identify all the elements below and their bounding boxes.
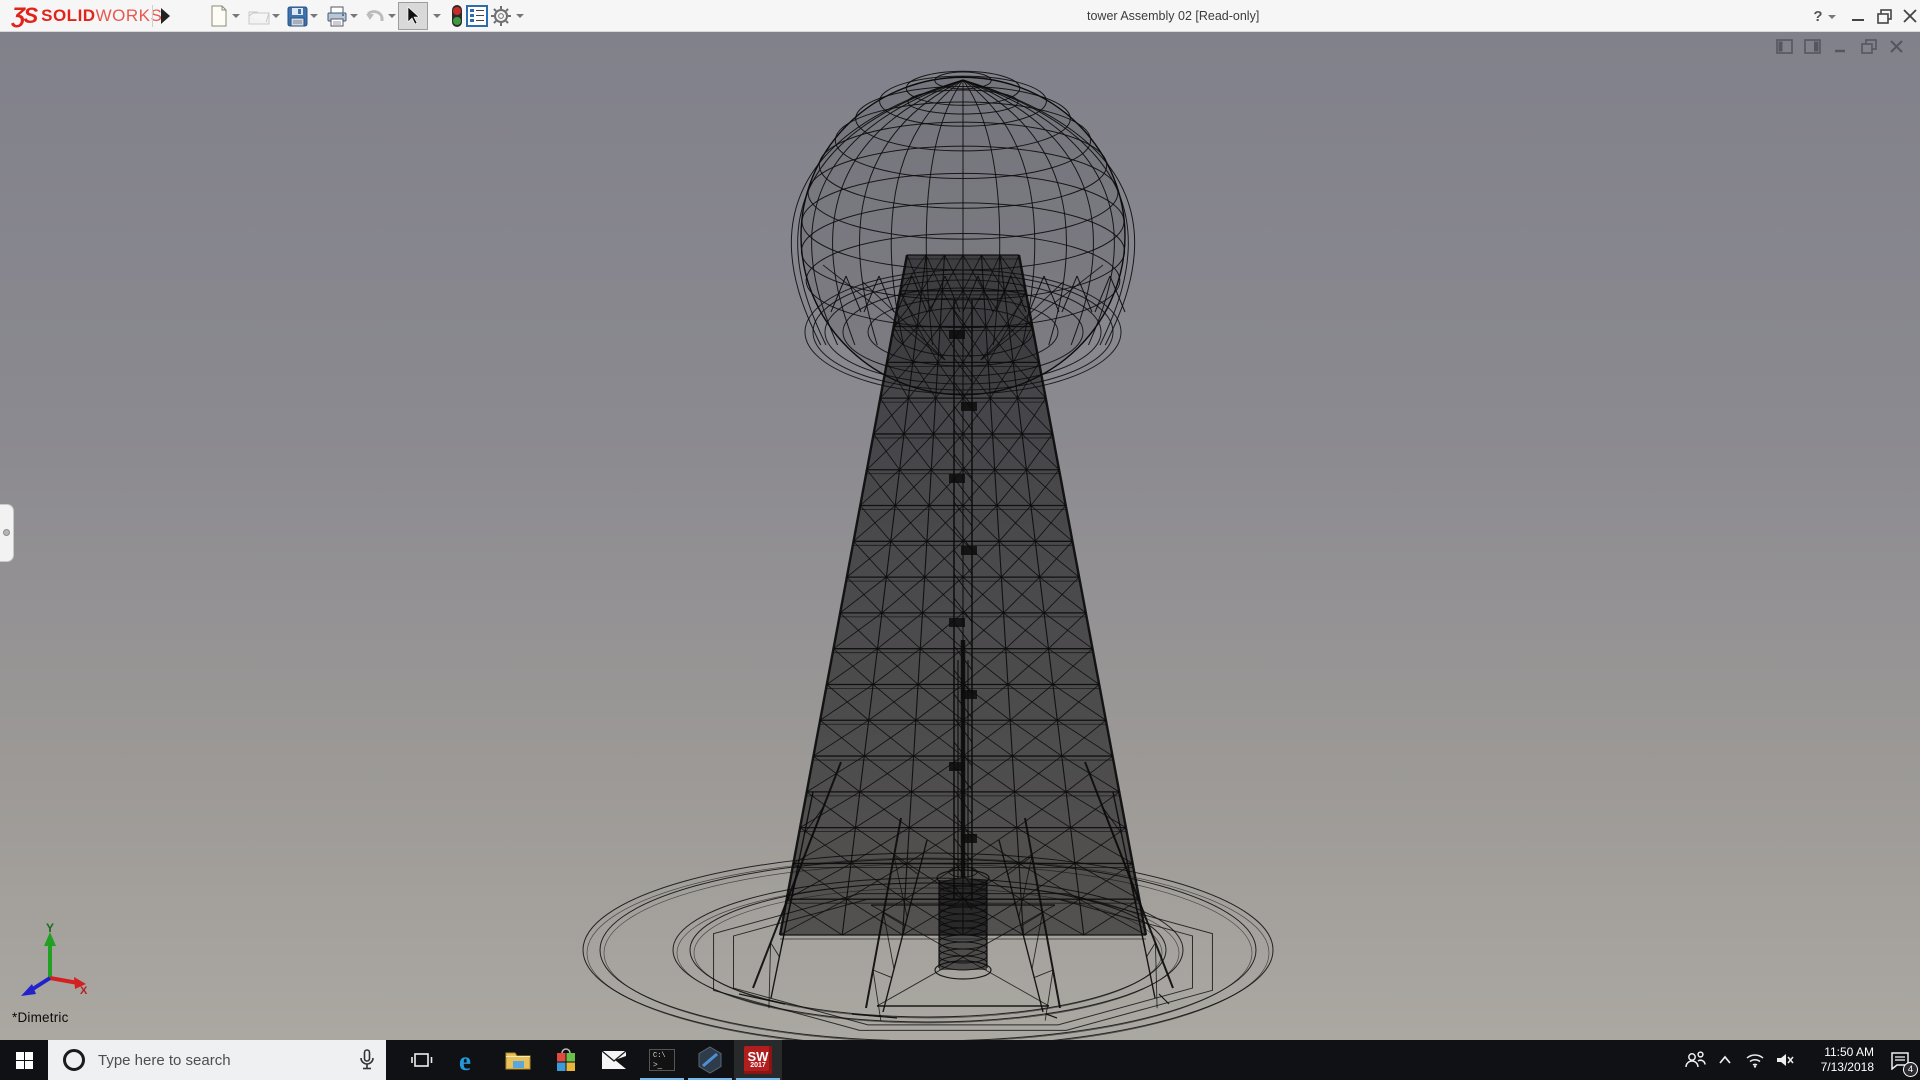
- tray-time: 11:50 AM: [1804, 1045, 1874, 1060]
- taskbar-search[interactable]: [48, 1040, 386, 1080]
- hexagon-app-button[interactable]: [686, 1040, 734, 1080]
- logo-text-solid: SOLID: [41, 6, 95, 26]
- task-view-button[interactable]: [398, 1040, 446, 1080]
- triad-x-label: X: [80, 985, 88, 997]
- tray-date: 7/13/2018: [1804, 1060, 1874, 1075]
- hidden-icons-chevron[interactable]: [1710, 1040, 1740, 1080]
- doc-close-icon[interactable]: [1888, 38, 1906, 56]
- pane-right-icon[interactable]: [1804, 38, 1822, 56]
- action-center-button[interactable]: 4: [1880, 1040, 1920, 1080]
- minimize-button[interactable]: [1846, 4, 1870, 28]
- document-window-controls: [1776, 38, 1906, 56]
- toolbar-separator: [152, 5, 153, 27]
- options-caret[interactable]: [516, 12, 524, 20]
- solidworks-logo: ƷS SOLIDWORKS: [12, 3, 162, 29]
- view-orientation-label: *Dimetric: [12, 1010, 69, 1025]
- new-document-button[interactable]: [206, 3, 232, 29]
- mail-button[interactable]: [590, 1040, 638, 1080]
- screen: ƷS SOLIDWORKS: [0, 0, 1920, 1080]
- new-document-caret[interactable]: [232, 12, 240, 20]
- orientation-triad: Y X: [16, 920, 88, 998]
- save-button[interactable]: [284, 3, 310, 29]
- notification-badge: 4: [1903, 1062, 1918, 1077]
- system-tray: 11:50 AM 7/13/2018 4: [1680, 1040, 1920, 1080]
- graphics-viewport[interactable]: Y X *Dimetric: [0, 32, 1920, 1040]
- command-prompt-button[interactable]: C:\ >_: [638, 1040, 686, 1080]
- select-tool-button[interactable]: [398, 2, 428, 30]
- open-button[interactable]: [246, 3, 272, 29]
- help-caret[interactable]: [1828, 13, 1836, 21]
- undo-caret[interactable]: [388, 12, 396, 20]
- search-input[interactable]: [98, 1052, 328, 1069]
- print-caret[interactable]: [350, 12, 358, 20]
- options-gear-button[interactable]: [488, 3, 514, 29]
- pane-left-icon[interactable]: [1776, 38, 1794, 56]
- display-pane-button[interactable]: [464, 3, 490, 29]
- microphone-icon[interactable]: [358, 1049, 376, 1071]
- start-button[interactable]: [0, 1040, 48, 1080]
- doc-restore-icon[interactable]: [1860, 38, 1878, 56]
- open-caret[interactable]: [272, 12, 280, 20]
- model-wireframe-tesla-tower: [0, 32, 1920, 1040]
- store-button[interactable]: [542, 1040, 590, 1080]
- volume-muted-icon[interactable]: [1770, 1040, 1800, 1080]
- solidworks-2017-button[interactable]: SW 2017: [734, 1040, 782, 1080]
- restore-button[interactable]: [1872, 4, 1896, 28]
- svg-text:e: e: [459, 1046, 471, 1074]
- close-button[interactable]: [1898, 4, 1920, 28]
- menu-flyout-arrow[interactable]: [158, 6, 172, 26]
- help-button[interactable]: ?: [1806, 4, 1830, 28]
- windows-taskbar: e C:\ >_: [0, 1040, 1920, 1080]
- doc-minimize-icon[interactable]: [1832, 38, 1850, 56]
- panel-collapse-tab[interactable]: [0, 504, 14, 562]
- dassault-mark-icon: ƷS: [12, 3, 36, 29]
- print-button[interactable]: [324, 3, 350, 29]
- tray-clock[interactable]: 11:50 AM 7/13/2018: [1804, 1045, 1874, 1075]
- taskbar-apps: e C:\ >_: [398, 1040, 782, 1080]
- title-bar: ƷS SOLIDWORKS: [0, 0, 1920, 32]
- document-title: tower Assembly 02 [Read-only]: [1087, 9, 1259, 23]
- tab-handle-dot: [3, 529, 10, 536]
- undo-button[interactable]: [362, 3, 388, 29]
- save-caret[interactable]: [310, 12, 318, 20]
- select-tool-caret[interactable]: [433, 12, 441, 20]
- edge-button[interactable]: e: [446, 1040, 494, 1080]
- people-icon[interactable]: [1680, 1040, 1710, 1080]
- wifi-icon[interactable]: [1740, 1040, 1770, 1080]
- cortana-icon: [62, 1048, 86, 1072]
- file-explorer-button[interactable]: [494, 1040, 542, 1080]
